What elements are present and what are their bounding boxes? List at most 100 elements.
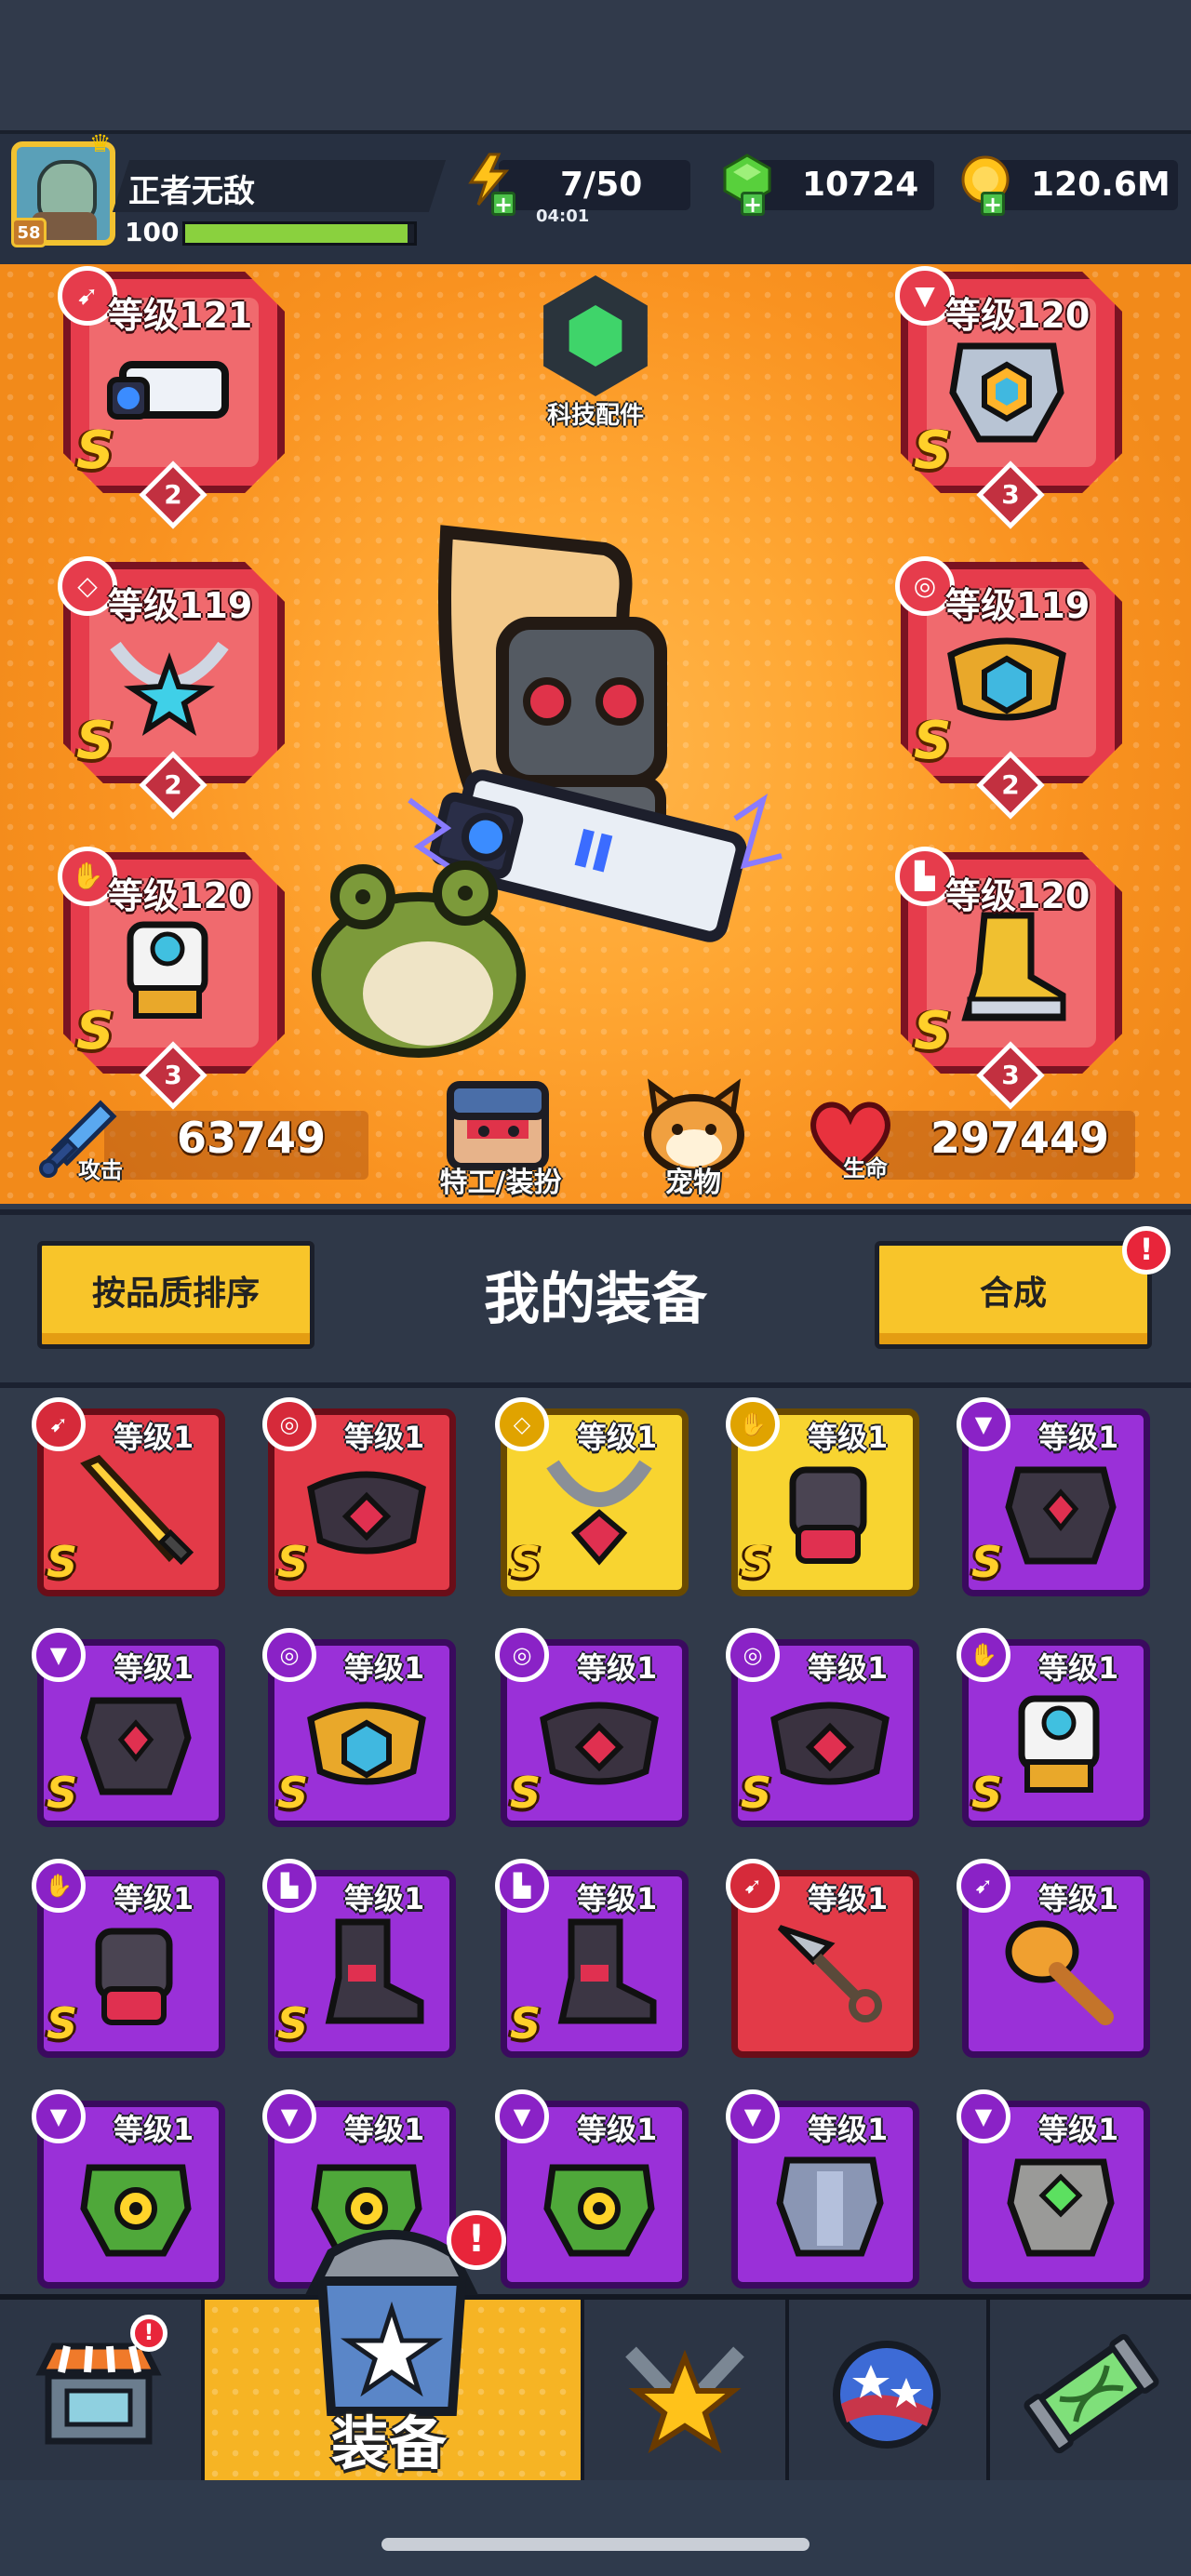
dark-belt-icon [534,1682,664,1803]
shop-icon [35,2342,162,2445]
inventory-item[interactable]: ▼ 等级1 [32,2089,231,2294]
inventory-item[interactable]: ✋ 等级1 S [726,1397,925,1602]
agent-icon[interactable] [441,1075,555,1172]
rank-label: S [47,1537,78,1587]
belt-slot-icon: ◎ [262,1628,316,1682]
kunai-icon [765,1913,895,2034]
dark-boot-icon [534,1913,664,2034]
nav-tab-shop[interactable]: ! [0,2300,205,2480]
inventory-item[interactable]: ▼ 等级1 S [32,1628,231,1833]
pet-label[interactable]: 宠物 [623,1159,763,1200]
rank-label: S [76,1001,114,1061]
dark-armor-icon [71,1682,201,1803]
xp-bar-fill [185,224,408,243]
armor-slot-icon: ▼ [726,2089,780,2143]
gem-value: 10724 [802,166,919,204]
equipped-level: 等级120 [945,875,1091,916]
item-level: 等级1 [1038,1420,1119,1455]
dark-belt-icon [301,1451,432,1572]
inventory-item[interactable]: ▙ 等级1 S [262,1859,462,2063]
rank-label: S [510,1768,542,1818]
item-level: 等级1 [577,2112,658,2147]
hp-label: 生命 [843,1155,888,1181]
item-level: 等级1 [577,1881,658,1916]
rank-label: S [971,1768,1003,1818]
inventory-item[interactable]: ▼ 等级1 [957,2089,1156,2294]
equipped-item-art [104,327,244,448]
item-level: 等级1 [344,1881,425,1916]
agent-label[interactable]: 特工/装扮 [417,1159,584,1200]
energy-value: 7/50 [560,166,643,204]
dark-boot-icon [301,1913,432,2034]
inventory-item[interactable]: ◎ 等级1 S [495,1628,694,1833]
dark-gauntlet-icon [765,1451,895,1572]
inventory-item[interactable]: ➹ 等级1 S [32,1397,231,1602]
inventory-item[interactable]: ◎ 等级1 S [726,1628,925,1833]
rank-label: S [277,1537,309,1587]
chain-necklace-icon [534,1451,664,1572]
nav-tab-battle[interactable] [584,2300,789,2480]
equipped-level: 等级120 [945,295,1091,336]
equipped-weapon-card[interactable]: ➹ 等级121 S 2 [58,266,290,529]
inventory-item[interactable]: ▼ 等级1 [495,2089,694,2294]
sort-by-quality-button[interactable]: 按品质排序 [37,1241,314,1349]
attack-label: 攻击 [78,1157,123,1183]
gem-add-button[interactable]: + [741,192,765,216]
equipped-boots-card[interactable]: ▙ 等级120 S 3 [895,847,1128,1110]
inventory-item[interactable]: ◇ 等级1 S [495,1397,694,1602]
item-level: 等级1 [1038,2112,1119,2147]
inventory-item[interactable]: ➹ 等级1 [957,1859,1156,2063]
inventory-item[interactable]: ✋ 等级1 S [957,1628,1156,1833]
rank-label: S [47,1768,78,1818]
inventory-item[interactable]: ◎ 等级1 S [262,1628,462,1833]
merge-button[interactable]: 合成 [875,1241,1152,1349]
crown-icon: ♛ [89,130,112,158]
item-level: 等级1 [114,1650,194,1686]
star-count: 3 [1001,1060,1020,1090]
energy-add-button[interactable]: + [491,192,515,216]
coin-add-button[interactable]: + [981,192,1005,216]
item-level: 等级1 [1038,1650,1119,1686]
glove-slot-icon: ✋ [32,1859,86,1913]
weapon-slot-icon: ➹ [726,1859,780,1913]
equipped-belt-card[interactable]: ◎ 等级119 S 2 [895,556,1128,820]
rank-label: S [741,1768,772,1818]
rank-label: S [277,1998,309,2049]
dark-belt-icon [765,1682,895,1803]
inventory-item[interactable]: ▙ 等级1 S [495,1859,694,2063]
item-level: 等级1 [808,1420,889,1455]
home-indicator[interactable] [381,2538,810,2551]
gold-belt-icon [301,1682,432,1803]
tech-parts-label: 科技配件 [546,402,644,430]
tech-parts-button[interactable]: 科技配件 [529,275,662,437]
merge-alert-badge: ! [1122,1226,1171,1275]
inventory-item[interactable]: ✋ 等级1 S [32,1859,231,2063]
player-level: 100 [125,217,180,247]
leaf-armor-icon [71,2143,201,2264]
equipped-armor-card[interactable]: ▼ 等级120 S 3 [895,266,1128,529]
dark-gauntlet-icon [71,1913,201,2034]
glove-slot-icon: ✋ [726,1397,780,1451]
equipped-gloves-card[interactable]: ✋ 等级120 S 3 [58,847,290,1110]
belt-slot-icon: ◎ [262,1397,316,1451]
star-count: 3 [1001,479,1020,510]
nav-tab-dna[interactable] [990,2300,1191,2480]
status-strip [0,0,1191,130]
nav-tab-planet[interactable] [789,2300,990,2480]
equipped-item-art [104,618,244,739]
item-level: 等级1 [344,1650,425,1686]
belt-slot-icon: ◎ [726,1628,780,1682]
inventory-item[interactable]: ◎ 等级1 S [262,1397,462,1602]
shop-alert-badge: ! [130,2315,167,2352]
inventory-item[interactable]: ▼ 等级1 S [957,1397,1156,1602]
armor-slot-icon: ▼ [262,2089,316,2143]
necklace-slot-icon: ◇ [495,1397,549,1451]
inventory-item[interactable]: ➹ 等级1 [726,1859,925,2063]
boot-slot-icon: ▙ [262,1859,316,1913]
armor-slot-icon: ▼ [495,2089,549,2143]
rank-label: S [510,1537,542,1587]
equipped-necklace-card[interactable]: ◇ 等级119 S 2 [58,556,290,820]
item-level: 等级1 [344,1420,425,1455]
my-equipment-title: 我的装备 [484,1267,707,1332]
inventory-item[interactable]: ▼ 等级1 [726,2089,925,2294]
